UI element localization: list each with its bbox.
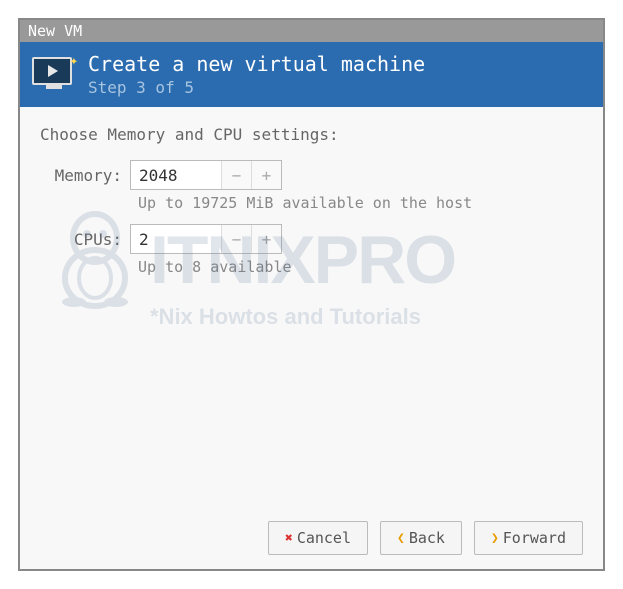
section-label: Choose Memory and CPU settings: — [40, 125, 583, 144]
back-label: Back — [409, 529, 445, 547]
chevron-left-icon: ❮ — [397, 531, 405, 546]
vm-monitor-icon: ✦ — [32, 57, 76, 93]
cpus-input[interactable] — [131, 225, 221, 253]
wizard-footer: ✖ Cancel ❮ Back ❯ Forward — [20, 507, 603, 569]
wizard-header: ✦ Create a new virtual machine Step 3 of… — [20, 42, 603, 107]
memory-spinner: − + — [130, 160, 282, 190]
cancel-button[interactable]: ✖ Cancel — [268, 521, 368, 555]
minus-icon: − — [232, 166, 242, 185]
wizard-step: Step 3 of 5 — [88, 78, 425, 97]
chevron-right-icon: ❯ — [491, 531, 499, 546]
plus-icon: + — [262, 166, 272, 185]
window-titlebar: New VM — [20, 20, 603, 42]
cpus-spinner: − + — [130, 224, 282, 254]
memory-increment-button[interactable]: + — [251, 161, 281, 189]
forward-label: Forward — [503, 529, 566, 547]
memory-decrement-button[interactable]: − — [221, 161, 251, 189]
vm-wizard-window: New VM ✦ Create a new virtual machine St… — [18, 18, 605, 571]
cpus-label: CPUs: — [40, 230, 130, 249]
cancel-icon: ✖ — [285, 531, 293, 546]
window-title: New VM — [28, 22, 82, 40]
wizard-title: Create a new virtual machine — [88, 52, 425, 76]
cpus-increment-button[interactable]: + — [251, 225, 281, 253]
memory-hint: Up to 19725 MiB available on the host — [138, 194, 583, 212]
back-button[interactable]: ❮ Back — [380, 521, 462, 555]
minus-icon: − — [232, 230, 242, 249]
cpus-hint: Up to 8 available — [138, 258, 583, 276]
cpus-decrement-button[interactable]: − — [221, 225, 251, 253]
memory-input[interactable] — [131, 161, 221, 189]
wizard-content: Choose Memory and CPU settings: Memory: … — [20, 107, 603, 507]
cancel-label: Cancel — [297, 529, 351, 547]
plus-icon: + — [262, 230, 272, 249]
memory-label: Memory: — [40, 166, 130, 185]
forward-button[interactable]: ❯ Forward — [474, 521, 583, 555]
